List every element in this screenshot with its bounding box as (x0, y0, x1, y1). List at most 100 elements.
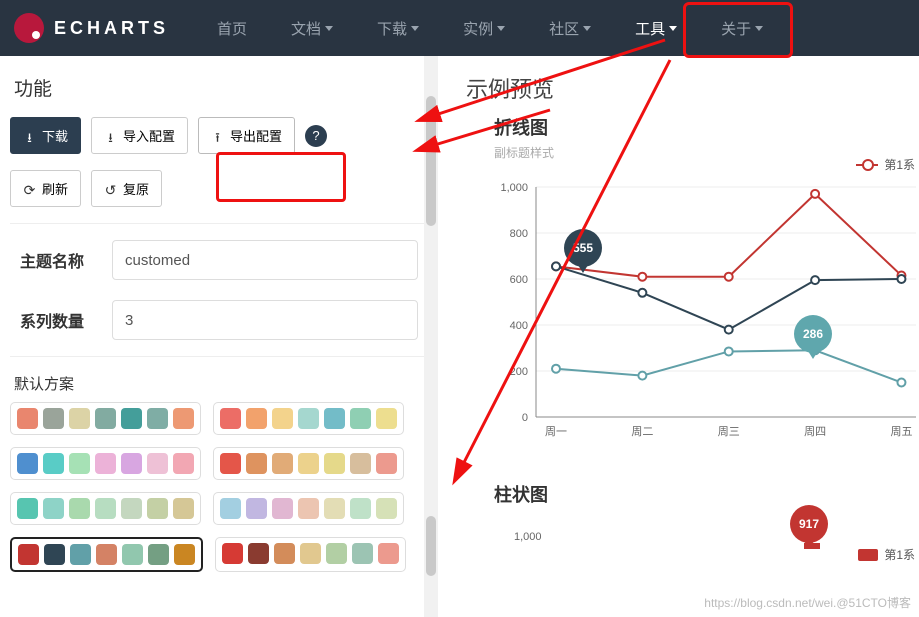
color-swatch (324, 408, 345, 429)
nav-about[interactable]: 关于 (701, 0, 783, 56)
series-count-row: 系列数量 (0, 290, 438, 350)
palette-option-7[interactable] (215, 537, 406, 572)
download-button[interactable]: 下载 (10, 117, 81, 154)
brand-text: ECHARTS (54, 18, 169, 39)
refresh-icon (23, 182, 36, 195)
nav-docs[interactable]: 文档 (271, 0, 353, 56)
color-swatch (121, 498, 142, 519)
color-swatch (17, 453, 38, 474)
help-icon[interactable]: ? (305, 125, 327, 147)
color-swatch (148, 544, 169, 565)
svg-text:0: 0 (522, 412, 528, 424)
svg-text:周一: 周一 (545, 425, 567, 438)
bar-y-tick-1000: 1,000 (514, 531, 542, 543)
legend-bar-symbol (858, 549, 878, 561)
import-icon (104, 129, 117, 142)
color-swatch (18, 544, 39, 565)
color-swatch (298, 408, 319, 429)
marker-pin-286: 286 (794, 315, 832, 353)
download-icon (23, 129, 36, 142)
nav-tools[interactable]: 工具 (615, 0, 697, 56)
bar-series1-周四 (804, 543, 820, 549)
export-config-button[interactable]: 导出配置 (198, 117, 295, 154)
svg-text:周四: 周四 (804, 425, 826, 438)
chevron-down-icon (497, 26, 505, 31)
restore-icon (104, 182, 117, 195)
line-chart-subtitle: 副标题样式 (494, 144, 919, 161)
color-swatch (378, 543, 399, 564)
svg-text:周二: 周二 (631, 425, 653, 438)
color-swatch (17, 408, 38, 429)
legend-series1-symbol (856, 164, 878, 166)
color-swatch (43, 408, 64, 429)
color-swatch (324, 498, 345, 519)
nav-community[interactable]: 社区 (529, 0, 611, 56)
color-swatch (69, 453, 90, 474)
preview-title: 示例预览 (466, 72, 919, 104)
logo-icon (14, 13, 44, 43)
color-swatch (350, 498, 371, 519)
color-swatch (121, 453, 142, 474)
nav-download[interactable]: 下载 (357, 0, 439, 56)
color-swatch (69, 498, 90, 519)
svg-text:800: 800 (510, 228, 528, 240)
chevron-down-icon (755, 26, 763, 31)
color-swatch (220, 498, 241, 519)
nav-examples[interactable]: 实例 (443, 0, 525, 56)
color-swatch (300, 543, 321, 564)
line-chart: 02004006008001,000周一周二周三周四周五 555 286 (466, 167, 919, 457)
preview-panel: 示例预览 折线图 副标题样式 第1系 02004006008001,000周一周… (438, 56, 919, 617)
svg-text:200: 200 (510, 366, 528, 378)
theme-name-row: 主题名称 (0, 230, 438, 290)
palette-option-1[interactable] (213, 402, 404, 435)
color-swatch (174, 544, 195, 565)
import-config-button[interactable]: 导入配置 (91, 117, 188, 154)
color-swatch (17, 498, 38, 519)
palette-option-5[interactable] (213, 492, 404, 525)
chevron-down-icon (411, 26, 419, 31)
palette-option-2[interactable] (10, 447, 201, 480)
restore-button[interactable]: 复原 (91, 170, 162, 207)
nav-home[interactable]: 首页 (197, 0, 267, 56)
chevron-down-icon (325, 26, 333, 31)
palette-option-0[interactable] (10, 402, 201, 435)
color-swatch (272, 453, 293, 474)
color-swatch (352, 543, 373, 564)
series-count-input[interactable] (112, 300, 418, 340)
palette-option-4[interactable] (10, 492, 201, 525)
palette-option-3[interactable] (213, 447, 404, 480)
scroll-thumb-bottom[interactable] (426, 516, 436, 576)
color-swatch (220, 453, 241, 474)
marker-pin-917: 917 (790, 505, 828, 543)
color-swatch (272, 408, 293, 429)
bar-chart-legend[interactable]: 第1系 (858, 546, 915, 563)
bar-chart-title: 柱状图 (494, 481, 919, 507)
color-swatch (376, 408, 397, 429)
palette-option-6[interactable] (10, 537, 203, 572)
color-swatch (69, 408, 90, 429)
palette-grid (0, 398, 438, 576)
color-swatch (246, 408, 267, 429)
color-swatch (147, 408, 168, 429)
color-swatch (350, 453, 371, 474)
color-swatch (324, 453, 345, 474)
color-swatch (96, 544, 117, 565)
section-title-functions: 功能 (0, 68, 438, 111)
color-swatch (147, 453, 168, 474)
theme-name-input[interactable] (112, 240, 418, 280)
chevron-down-icon (669, 26, 677, 31)
toolbar-row-1: 下载 导入配置 导出配置 ? (0, 111, 438, 164)
scroll-thumb-top[interactable] (426, 96, 436, 226)
color-swatch (122, 544, 143, 565)
svg-text:周五: 周五 (890, 425, 912, 438)
export-icon (211, 129, 224, 142)
color-swatch (43, 498, 64, 519)
refresh-button[interactable]: 刷新 (10, 170, 81, 207)
color-swatch (70, 544, 91, 565)
color-swatch (376, 498, 397, 519)
color-swatch (274, 543, 295, 564)
color-swatch (95, 408, 116, 429)
watermark-text: https://blog.csdn.net/wei.@51CTO博客 (704, 594, 911, 611)
theme-name-label: 主题名称 (20, 248, 98, 272)
left-scrollbar[interactable] (424, 56, 438, 617)
